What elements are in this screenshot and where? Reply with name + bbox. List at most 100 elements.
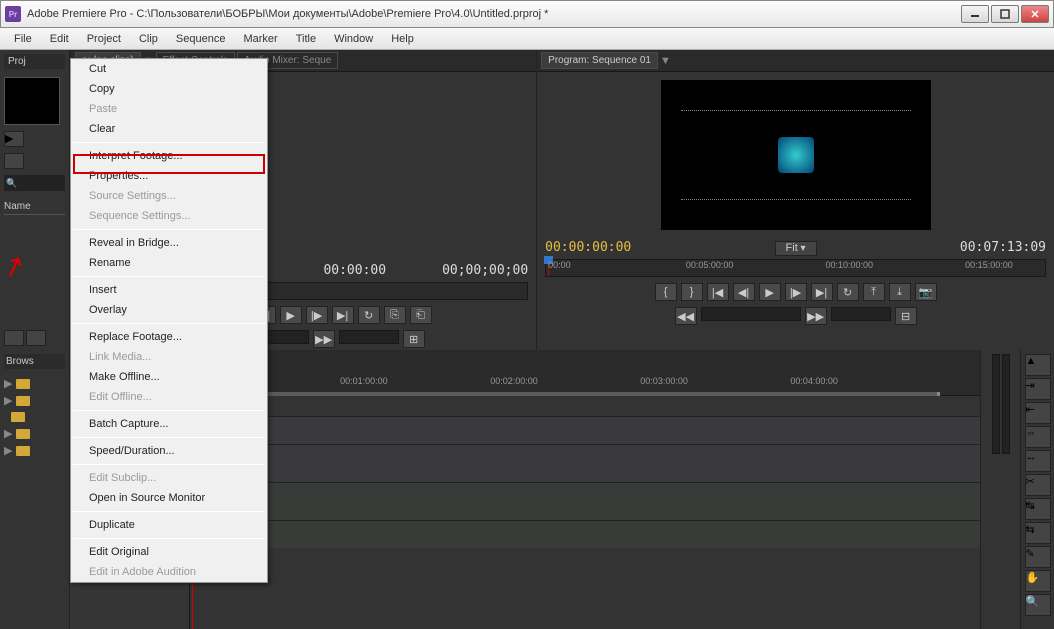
folder-item[interactable]: ▶ (4, 392, 65, 409)
ruler-tick: 00:05:00:00 (686, 260, 734, 270)
menu-edit[interactable]: Edit (42, 31, 77, 47)
ctx-rename[interactable]: Rename (71, 253, 267, 273)
ctx-overlay[interactable]: Overlay (71, 300, 267, 320)
extra-btn[interactable]: ⊞ (403, 330, 425, 348)
program-tab[interactable]: Program: Sequence 01 (541, 52, 658, 69)
jog-right[interactable]: ▶▶ (313, 330, 335, 348)
step-back-button[interactable]: ◀| (733, 283, 755, 301)
slip-tool[interactable]: ↹ (1025, 498, 1051, 520)
jog-wheel[interactable] (339, 330, 399, 344)
ripple-tool[interactable]: ⇤ (1025, 402, 1051, 424)
menu-project[interactable]: Project (79, 31, 129, 47)
loop-button[interactable]: ↻ (837, 283, 859, 301)
play-button[interactable]: ▶ (759, 283, 781, 301)
folder-item[interactable]: ▶ (4, 442, 65, 459)
source-tc-right: 00;00;00;00 (442, 263, 528, 278)
jog-wheel[interactable] (831, 307, 891, 321)
name-column-header[interactable]: Name (4, 199, 65, 215)
export-frame-button[interactable]: 📷 (915, 283, 937, 301)
goto-out-button[interactable]: ▶| (811, 283, 833, 301)
step-fwd-button[interactable]: |▶ (306, 306, 328, 324)
track-lane-video1[interactable] (190, 444, 980, 482)
ctx-open-source-monitor[interactable]: Open in Source Monitor (71, 488, 267, 508)
program-transport: { } |◀ ◀| ▶ |▶ ▶| ↻ ⤒ ⤓ 📷 (537, 279, 1054, 305)
next-edit[interactable]: ▶▶ (805, 307, 827, 325)
razor-tool[interactable]: ✂ (1025, 474, 1051, 496)
insert-button[interactable]: ⎘ (384, 306, 406, 324)
ctx-speed-duration[interactable]: Speed/Duration... (71, 441, 267, 461)
clip-thumbnail (778, 137, 814, 173)
pen-tool[interactable]: ✎ (1025, 546, 1051, 568)
lift-button[interactable]: ⤒ (863, 283, 885, 301)
goto-in-button[interactable]: |◀ (707, 283, 729, 301)
panel-button[interactable]: ▶ (4, 131, 24, 147)
track-lane-video2[interactable] (190, 416, 980, 444)
ctx-properties[interactable]: Properties... (71, 166, 267, 186)
menubar: File Edit Project Clip Sequence Marker T… (0, 28, 1054, 50)
ctx-clear[interactable]: Clear (71, 119, 267, 139)
track-lane-audio2[interactable] (190, 520, 980, 548)
mark-in-button[interactable]: { (655, 283, 677, 301)
ctx-duplicate[interactable]: Duplicate (71, 515, 267, 535)
icon-view-icon[interactable] (26, 330, 46, 346)
folder-item[interactable] (4, 409, 65, 425)
track-lane-audio1[interactable] (190, 482, 980, 520)
program-tc-left[interactable]: 00:00:00:00 (545, 240, 631, 255)
overlay-button[interactable]: ⎗ (410, 306, 432, 324)
ctx-interpret-footage[interactable]: Interpret Footage... (71, 146, 267, 166)
folder-item[interactable]: ▶ (4, 375, 65, 392)
ctx-insert[interactable]: Insert (71, 280, 267, 300)
ctx-link-media: Link Media... (71, 347, 267, 367)
ctx-batch-capture[interactable]: Batch Capture... (71, 414, 267, 434)
trim-button[interactable]: ⊟ (895, 307, 917, 325)
menu-marker[interactable]: Marker (235, 31, 285, 47)
ctx-replace-footage[interactable]: Replace Footage... (71, 327, 267, 347)
slide-tool[interactable]: ⇆ (1025, 522, 1051, 544)
timeline-ruler[interactable]: 00:00 00:01:00:00 00:02:00:00 00:03:00:0… (190, 372, 980, 396)
ctx-make-offline[interactable]: Make Offline... (71, 367, 267, 387)
ctx-cut[interactable]: Cut (71, 59, 267, 79)
ctx-edit-original[interactable]: Edit Original (71, 542, 267, 562)
menu-clip[interactable]: Clip (131, 31, 166, 47)
prev-edit[interactable]: ◀◀ (675, 307, 697, 325)
hand-tool[interactable]: ✋ (1025, 570, 1051, 592)
browser-tab[interactable]: Brows (4, 354, 65, 369)
menu-file[interactable]: File (6, 31, 40, 47)
goto-out-button[interactable]: ▶| (332, 306, 354, 324)
folder-item[interactable]: ▶ (4, 425, 65, 442)
timeline-tracks[interactable]: 00:00 00:01:00:00 00:02:00:00 00:03:00:0… (190, 372, 980, 629)
step-fwd-button[interactable]: |▶ (785, 283, 807, 301)
maximize-button[interactable] (991, 5, 1019, 23)
minimize-button[interactable] (961, 5, 989, 23)
mark-out-button[interactable]: } (681, 283, 703, 301)
loop-button[interactable]: ↻ (358, 306, 380, 324)
project-tab[interactable]: Proj (4, 54, 65, 69)
tools-panel: ▲ ⇥ ⇤ ⇔ ↔ ✂ ↹ ⇆ ✎ ✋ 🔍 (1020, 350, 1054, 629)
ctx-edit-offline: Edit Offline... (71, 387, 267, 407)
work-area-bar[interactable] (192, 392, 940, 396)
rate-stretch-tool[interactable]: ↔ (1025, 450, 1051, 472)
menu-sequence[interactable]: Sequence (168, 31, 234, 47)
zoom-select[interactable]: Fit ▾ (775, 241, 817, 256)
window-titlebar: Pr Adobe Premiere Pro - C:\Пользователи\… (0, 0, 1054, 28)
rolling-tool[interactable]: ⇔ (1025, 426, 1051, 448)
extract-button[interactable]: ⤓ (889, 283, 911, 301)
search-input[interactable]: 🔍 (4, 175, 65, 191)
track-select-tool[interactable]: ⇥ (1025, 378, 1051, 400)
list-view-icon[interactable] (4, 330, 24, 346)
shuttle-slider[interactable] (701, 307, 801, 321)
play-button[interactable]: ▶ (280, 306, 302, 324)
selection-tool[interactable]: ▲ (1025, 354, 1051, 376)
menu-window[interactable]: Window (326, 31, 381, 47)
zoom-tool[interactable]: 🔍 (1025, 594, 1051, 616)
menu-title[interactable]: Title (288, 31, 324, 47)
program-viewport[interactable] (661, 80, 931, 230)
panel-button-2[interactable] (4, 153, 24, 169)
ctx-copy[interactable]: Copy (71, 79, 267, 99)
bin-thumbnail[interactable] (4, 77, 60, 125)
menu-help[interactable]: Help (383, 31, 422, 47)
ctx-reveal-bridge[interactable]: Reveal in Bridge... (71, 233, 267, 253)
ruler-tick: 00:04:00:00 (790, 376, 838, 386)
program-ruler[interactable]: 00:00 00:05:00:00 00:10:00:00 00:15:00:0… (545, 259, 1046, 277)
close-button[interactable] (1021, 5, 1049, 23)
